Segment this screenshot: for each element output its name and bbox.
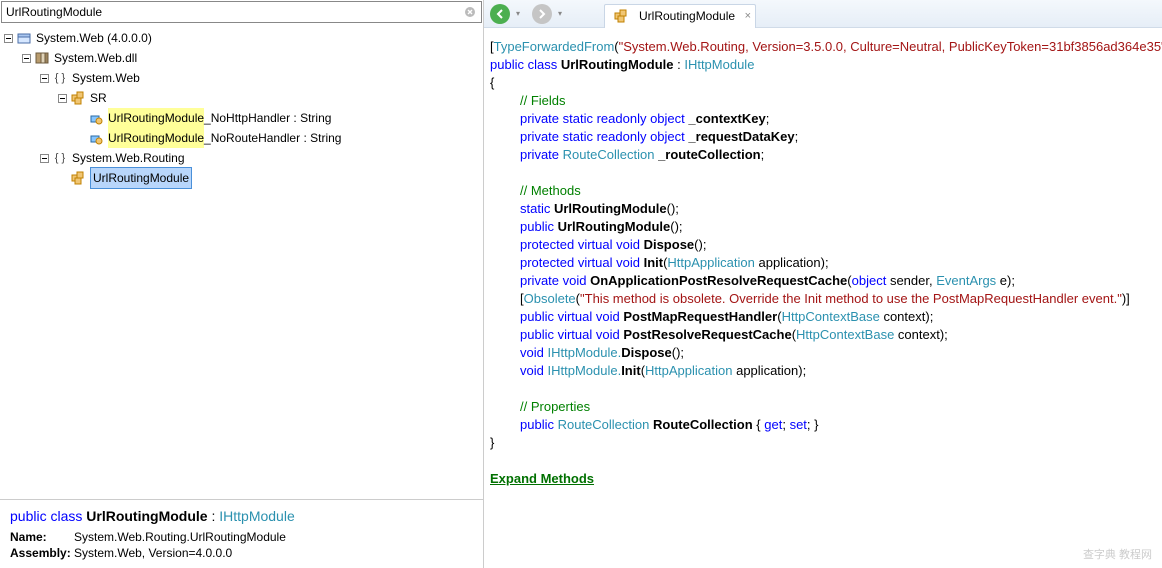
nav-back-menu[interactable]: ▾ xyxy=(516,9,526,18)
tree-class[interactable]: SR xyxy=(2,88,481,108)
info-assembly-row: Assembly: System.Web, Version=4.0.0.0 xyxy=(10,546,473,560)
left-pane: System.Web (4.0.0.0) System.Web.dll { } … xyxy=(0,0,484,568)
toolbar: ▾ ▾ UrlRoutingModule × xyxy=(484,0,1162,28)
info-declaration: public class UrlRoutingModule : IHttpMod… xyxy=(10,508,473,524)
namespace-icon: { } xyxy=(52,70,68,86)
nav-back-button[interactable] xyxy=(490,4,510,24)
collapse-icon[interactable] xyxy=(38,72,50,84)
tree-root[interactable]: System.Web (4.0.0.0) xyxy=(2,28,481,48)
tree-label: System.Web.dll xyxy=(54,48,137,68)
tree-label: System.Web (4.0.0.0) xyxy=(36,28,152,48)
tree-label: _NoRouteHandler : String xyxy=(204,128,341,148)
code-area[interactable]: [TypeForwardedFrom("System.Web.Routing, … xyxy=(484,28,1162,568)
tree-dll[interactable]: System.Web.dll xyxy=(2,48,481,68)
search-box[interactable] xyxy=(1,1,482,23)
name-label: Name: xyxy=(10,530,74,544)
collapse-icon[interactable] xyxy=(56,92,68,104)
close-icon[interactable] xyxy=(463,5,477,19)
tree-member[interactable]: UrlRoutingModule_NoRouteHandler : String xyxy=(2,128,481,148)
assembly-label: Assembly: xyxy=(10,546,74,560)
tree-namespace[interactable]: { } System.Web xyxy=(2,68,481,88)
field-icon xyxy=(88,110,104,126)
info-name-row: Name: System.Web.Routing.UrlRoutingModul… xyxy=(10,530,473,544)
tab-title: UrlRoutingModule xyxy=(639,9,735,23)
match-text: UrlRoutingModule xyxy=(108,128,204,148)
assembly-value: System.Web, Version=4.0.0.0 xyxy=(74,546,232,560)
class-icon xyxy=(70,170,86,186)
right-pane: ▾ ▾ UrlRoutingModule × [TypeForwardedFro… xyxy=(484,0,1162,568)
assembly-icon xyxy=(16,30,32,46)
tree-label: System.Web.Routing xyxy=(72,148,185,168)
watermark: 查字典 教程网 xyxy=(1083,546,1152,562)
nav-forward-button xyxy=(532,4,552,24)
nav-forward-menu: ▾ xyxy=(558,9,568,18)
tree-label: UrlRoutingModule xyxy=(90,167,192,189)
tree-class-selected[interactable]: UrlRoutingModule xyxy=(2,168,481,188)
collapse-icon[interactable] xyxy=(2,32,14,44)
match-text: UrlRoutingModule xyxy=(108,108,204,128)
name-value: System.Web.Routing.UrlRoutingModule xyxy=(74,530,286,544)
close-icon[interactable]: × xyxy=(745,10,751,22)
field-icon xyxy=(88,130,104,146)
tree-label: System.Web xyxy=(72,68,140,88)
class-icon xyxy=(70,90,86,106)
info-panel: public class UrlRoutingModule : IHttpMod… xyxy=(0,499,483,568)
tree-panel: System.Web (4.0.0.0) System.Web.dll { } … xyxy=(0,24,483,499)
namespace-icon: { } xyxy=(52,150,68,166)
tree-member[interactable]: UrlRoutingModule_NoHttpHandler : String xyxy=(2,108,481,128)
expand-methods-link[interactable]: Expand Methods xyxy=(490,471,594,486)
tree-namespace[interactable]: { } System.Web.Routing xyxy=(2,148,481,168)
class-icon xyxy=(613,8,629,24)
collapse-icon[interactable] xyxy=(20,52,32,64)
collapse-icon[interactable] xyxy=(38,152,50,164)
tree-label: SR xyxy=(90,88,107,108)
module-icon xyxy=(34,50,50,66)
search-input[interactable] xyxy=(6,5,463,19)
tree-label: _NoHttpHandler : String xyxy=(204,108,331,128)
tab[interactable]: UrlRoutingModule × xyxy=(604,4,756,28)
